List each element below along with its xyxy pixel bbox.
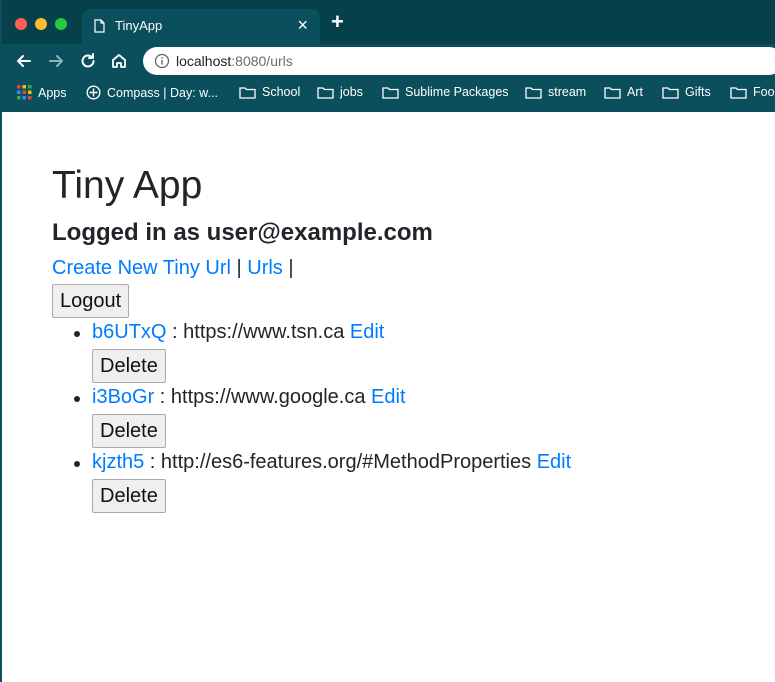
maximize-window-button[interactable]	[55, 18, 67, 30]
list-item: kjzth5 : http://es6-features.org/#Method…	[52, 451, 612, 516]
folder-icon	[382, 86, 399, 99]
info-icon[interactable]	[154, 53, 170, 74]
bookmark-sublime-packages[interactable]: Sublime Packages	[382, 85, 509, 99]
bookmark-label: Foo	[753, 85, 775, 99]
long-url: : https://www.tsn.ca	[166, 321, 350, 343]
url-host: localhost	[176, 53, 232, 69]
urls-link[interactable]: Urls	[247, 257, 283, 279]
bookmark-art[interactable]: Art	[604, 85, 643, 99]
folder-icon	[604, 86, 621, 99]
bookmark-jobs[interactable]: jobs	[317, 85, 363, 99]
bookmark-label: Art	[627, 85, 643, 99]
minimize-window-button[interactable]	[35, 18, 47, 30]
browser-chrome: TinyApp × + localhost:8080/urls Apps Com…	[0, 0, 775, 112]
apps-grid-icon	[17, 85, 32, 100]
page-nav: Create New Tiny Url | Urls |	[52, 257, 294, 280]
new-tab-icon[interactable]: +	[331, 11, 344, 33]
edit-link[interactable]: Edit	[371, 386, 405, 408]
bookmark-label: School	[262, 85, 301, 99]
bookmarks-bar: Apps Compass | Day: w... School jobs Sub…	[0, 80, 775, 106]
url-entry: b6UTxQ : https://www.tsn.ca Edit	[92, 321, 384, 344]
list-item: i3BoGr : https://www.google.ca Edit Dele…	[52, 386, 612, 451]
page-title: Tiny App	[52, 164, 203, 207]
delete-button[interactable]: Delete	[92, 479, 166, 513]
nav-separator: |	[282, 257, 294, 279]
bookmark-stream[interactable]: stream	[525, 85, 586, 99]
window-edge	[0, 0, 2, 682]
url-path: :8080/urls	[231, 53, 293, 69]
folder-icon	[525, 86, 542, 99]
bullet	[74, 396, 80, 402]
bookmark-gifts[interactable]: Gifts	[662, 85, 711, 99]
short-url-link[interactable]: b6UTxQ	[92, 321, 166, 343]
tab-strip: TinyApp × +	[0, 0, 775, 44]
delete-button[interactable]: Delete	[92, 414, 166, 448]
bookmark-label: Gifts	[685, 85, 711, 99]
folder-icon	[730, 86, 747, 99]
bullet	[74, 331, 80, 337]
compass-icon	[86, 85, 101, 100]
url-list: b6UTxQ : https://www.tsn.ca Edit Delete …	[52, 321, 612, 516]
bookmark-label: jobs	[340, 85, 363, 99]
nav-separator: |	[230, 257, 248, 279]
back-icon[interactable]	[14, 51, 34, 71]
create-new-url-link[interactable]: Create New Tiny Url	[52, 257, 231, 279]
document-icon	[94, 19, 105, 38]
short-url-link[interactable]: i3BoGr	[92, 386, 154, 408]
close-window-button[interactable]	[15, 18, 27, 30]
close-tab-icon[interactable]: ×	[297, 14, 308, 36]
delete-button[interactable]: Delete	[92, 349, 166, 383]
url-entry: kjzth5 : http://es6-features.org/#Method…	[92, 451, 571, 474]
bookmark-apps[interactable]: Apps	[17, 85, 67, 100]
bookmark-label: stream	[548, 85, 587, 99]
address-url: localhost:8080/urls	[176, 53, 293, 69]
bookmark-label: Apps	[38, 85, 67, 100]
list-item: b6UTxQ : https://www.tsn.ca Edit Delete	[52, 321, 612, 386]
folder-icon	[317, 86, 334, 99]
bookmark-label: Compass | Day: w...	[107, 85, 218, 100]
tab-tinyapp[interactable]: TinyApp ×	[82, 9, 320, 44]
long-url: : https://www.google.ca	[154, 386, 372, 408]
bookmark-compass[interactable]: Compass | Day: w...	[86, 85, 218, 100]
long-url: : http://es6-features.org/#MethodPropert…	[144, 451, 537, 473]
forward-icon[interactable]	[46, 51, 66, 71]
logged-in-status: Logged in as user@example.com	[52, 219, 433, 246]
folder-icon	[239, 86, 256, 99]
url-entry: i3BoGr : https://www.google.ca Edit	[92, 386, 406, 409]
short-url-link[interactable]: kjzth5	[92, 451, 144, 473]
logout-button[interactable]: Logout	[52, 284, 130, 318]
bookmark-school[interactable]: School	[239, 85, 300, 99]
bullet	[74, 461, 80, 467]
edit-link[interactable]: Edit	[537, 451, 571, 473]
address-bar[interactable]: localhost:8080/urls	[143, 47, 775, 75]
home-icon[interactable]	[109, 51, 129, 71]
tab-title: TinyApp	[115, 18, 163, 33]
bookmark-label: Sublime Packages	[405, 85, 509, 99]
bookmark-foo[interactable]: Foo	[730, 85, 775, 99]
folder-icon	[662, 86, 679, 99]
reload-icon[interactable]	[78, 51, 98, 71]
edit-link[interactable]: Edit	[350, 321, 384, 343]
